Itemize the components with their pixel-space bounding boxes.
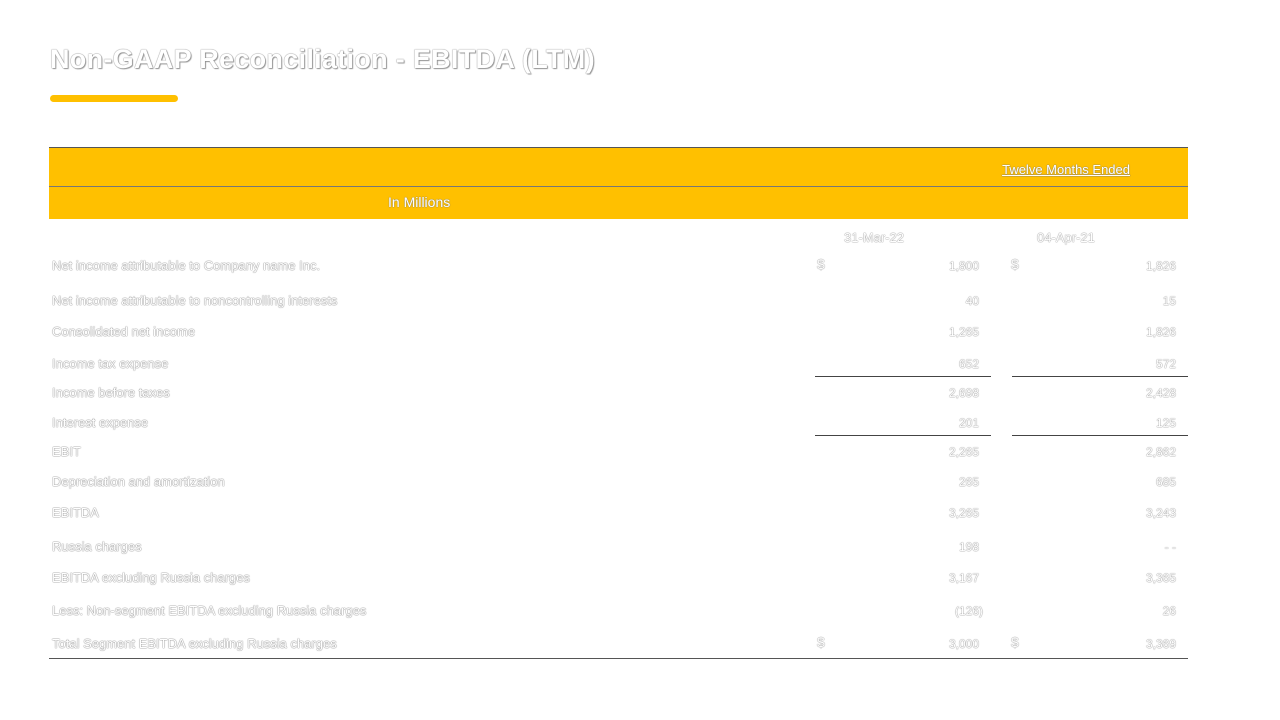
value-31-mar-22: 265 — [958, 475, 979, 489]
table-row: Income tax expense 652 572 — [49, 356, 1188, 378]
table-row: Less: Non-segment EBITDA excluding Russi… — [49, 603, 1188, 625]
table-body: Net income attributable to Company name … — [49, 251, 1188, 671]
value-31-mar-22: 1,265 — [948, 325, 979, 339]
value-31-mar-22: 201 — [958, 416, 979, 430]
table-row: Total Segment EBITDA excluding Russia ch… — [49, 634, 1188, 658]
row-label: EBITDA excluding Russia charges — [52, 570, 250, 585]
currency-symbol: $ — [817, 256, 825, 272]
row-label: Less: Non-segment EBITDA excluding Russi… — [52, 603, 367, 618]
subtotal-underline — [815, 435, 991, 436]
table-header-period: Twelve Months Ended — [49, 147, 1188, 187]
value-04-apr-21: 2,428 — [1145, 386, 1176, 400]
row-label: Depreciation and amortization — [52, 474, 225, 489]
title-accent-bar — [50, 95, 178, 102]
ebitda-reconciliation-table: Twelve Months Ended In Millions 31-Mar-2… — [49, 147, 1188, 671]
table-row: Depreciation and amortization 265 685 — [49, 474, 1188, 496]
table-row: Income before taxes 2,698 2,428 — [49, 385, 1188, 407]
value-31-mar-22: 2,265 — [948, 445, 979, 459]
row-label: Interest expense — [52, 415, 149, 430]
page-title: Non-GAAP Reconciliation - EBITDA (LTM) — [50, 44, 595, 74]
table-row: EBIT 2,265 2,862 — [49, 444, 1188, 466]
value-04-apr-21: - - — [1164, 540, 1176, 554]
table-row: Interest expense 201 125 — [49, 415, 1188, 437]
subtotal-underline — [815, 376, 991, 377]
value-04-apr-21: 1,826 — [1145, 325, 1176, 339]
value-04-apr-21: 125 — [1155, 416, 1176, 430]
value-04-apr-21: 3,243 — [1145, 506, 1176, 520]
value-04-apr-21: 15 — [1162, 294, 1176, 308]
value-31-mar-22: (126) — [954, 604, 983, 618]
value-31-mar-22: 3,000 — [948, 637, 979, 651]
table-row: Russia charges 198 - - — [49, 539, 1188, 561]
col1-date: 31-Mar-22 — [844, 230, 904, 245]
table-row: Net income attributable to noncontrollin… — [49, 293, 1188, 315]
value-04-apr-21: 1,826 — [1145, 259, 1176, 273]
currency-symbol: $ — [1011, 634, 1019, 650]
value-31-mar-22: 198 — [958, 540, 979, 554]
period-header: Twelve Months Ended — [1002, 162, 1130, 177]
table-row: Consolidated net income 1,265 1,826 — [49, 324, 1188, 346]
col2-date: 04-Apr-21 — [1037, 230, 1095, 245]
row-label: Total Segment EBITDA excluding Russia ch… — [52, 636, 337, 651]
row-label: Consolidated net income — [52, 324, 196, 339]
row-label: Net income attributable to Company name … — [52, 258, 321, 273]
units-label: In Millions — [388, 194, 451, 210]
subtotal-underline — [1012, 376, 1188, 377]
table-row: EBITDA 3,265 3,243 — [49, 505, 1188, 527]
date-header-row: 31-Mar-22 04-Apr-21 — [49, 219, 1188, 251]
value-04-apr-21: 3,365 — [1145, 571, 1176, 585]
table-bottom-rule — [49, 658, 1188, 659]
table-row: EBITDA excluding Russia charges 3,167 3,36… — [49, 570, 1188, 592]
subtotal-underline — [1012, 435, 1188, 436]
value-04-apr-21: 2,862 — [1145, 445, 1176, 459]
value-04-apr-21: 685 — [1155, 475, 1176, 489]
value-31-mar-22: 40 — [965, 294, 979, 308]
value-31-mar-22: 3,265 — [948, 506, 979, 520]
currency-symbol: $ — [1011, 256, 1019, 272]
value-31-mar-22: 1,800 — [948, 259, 979, 273]
row-label: Net income attributable to noncontrollin… — [52, 293, 338, 308]
currency-symbol: $ — [817, 634, 825, 650]
row-label: EBITDA — [52, 505, 99, 520]
value-31-mar-22: 3,167 — [948, 571, 979, 585]
value-04-apr-21: 3,369 — [1145, 637, 1176, 651]
row-label: Russia charges — [52, 539, 142, 554]
value-31-mar-22: 652 — [958, 357, 979, 371]
row-label: Income before taxes — [52, 385, 170, 400]
row-label: EBIT — [52, 444, 81, 459]
table-row: Net income attributable to Company name … — [49, 256, 1188, 280]
table-header-units: In Millions — [49, 187, 1188, 219]
value-04-apr-21: 572 — [1155, 357, 1176, 371]
value-04-apr-21: 26 — [1162, 604, 1176, 618]
value-31-mar-22: 2,698 — [948, 386, 979, 400]
row-label: Income tax expense — [52, 356, 169, 371]
